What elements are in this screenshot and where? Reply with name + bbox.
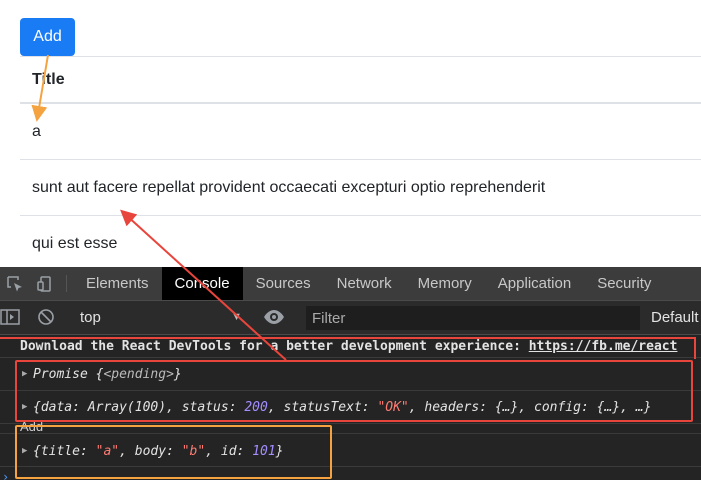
orange-arrow <box>31 54 49 122</box>
red-arrow <box>120 209 287 361</box>
annotation-arrows <box>31 54 287 361</box>
